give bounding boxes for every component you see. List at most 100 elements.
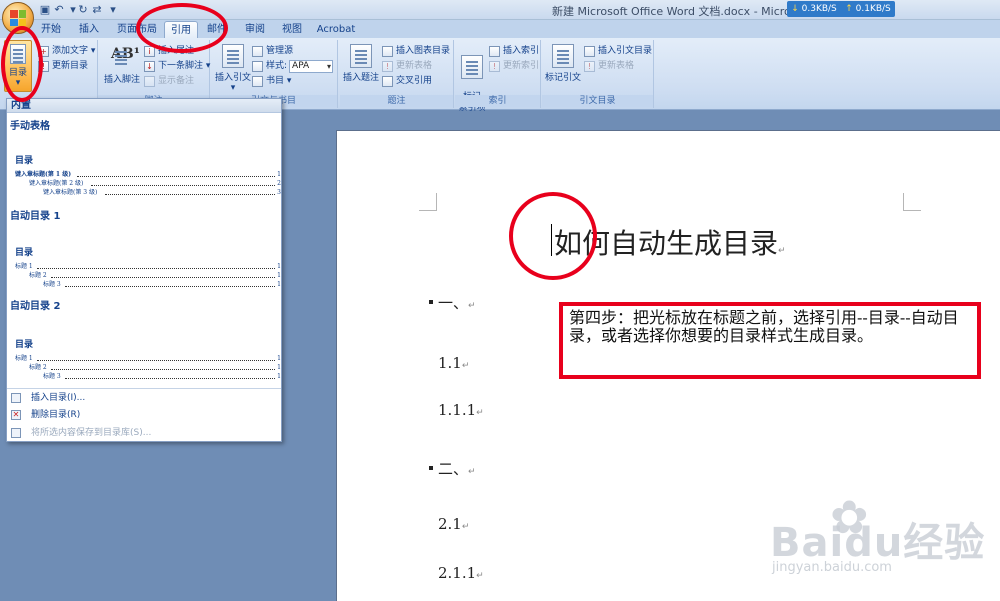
paragraph-mark-icon: ↵ [468, 301, 476, 311]
next-footnote-button[interactable]: ↓ 下一条脚注 ▾ [144, 59, 210, 73]
heading-text: 1.1.1 [438, 401, 477, 419]
tab-mailings[interactable]: 邮件 [202, 21, 232, 38]
gallery-title-auto-1: 自动目录 1 [10, 211, 61, 222]
repeat-icon[interactable]: ⇄ [90, 3, 104, 17]
insert-footnote-label: 插入脚注 [103, 75, 140, 85]
paragraph-mark-icon: ↵ [476, 408, 484, 418]
cross-reference-icon [382, 75, 393, 87]
customize-toolbar-icon[interactable]: ▾ [106, 3, 120, 17]
insert-toa-button[interactable]: 插入引文目录 [584, 44, 652, 58]
manage-sources-button[interactable]: 管理源 [252, 44, 293, 58]
office-button[interactable] [2, 2, 34, 34]
toc-dropdown-menu: 内置 手动表格 目录 键入章标题(第 1 级) 1 键入章标题(第 2 级) 2 键… [6, 98, 282, 442]
heading-text: 2.1 [438, 515, 462, 533]
heading-bullet [429, 466, 433, 470]
heading-1-1[interactable]: 1.1↵ [438, 354, 469, 372]
redo-icon[interactable]: ↻ [76, 3, 90, 17]
download-arrow-icon: ↓ [791, 4, 799, 14]
update-index-button[interactable]: ! 更新索引 [489, 59, 539, 73]
paragraph-mark-icon: ↵ [476, 571, 484, 581]
preview-line-text: 键入章标题(第 1 级) [15, 171, 72, 178]
tab-insert[interactable]: 插入 [74, 21, 104, 38]
insert-citation-button[interactable]: 插入引文 ▾ [214, 44, 252, 93]
remove-toc-menu-item[interactable]: ✕ 删除目录(R) [7, 407, 281, 423]
style-label: 样式: [266, 61, 288, 71]
heading-2-1[interactable]: 2.1↵ [438, 515, 469, 533]
toc-dropdown-arrow-icon: ▾ [15, 78, 21, 88]
tab-view[interactable]: 视图 [277, 21, 307, 38]
document-title[interactable]: 如何自动生成目录↵ [554, 222, 786, 262]
crop-mark [903, 193, 921, 211]
net-up-value: 0.1KB/S [855, 4, 891, 14]
mark-citation-button[interactable]: 标记引文 [544, 44, 582, 83]
update-toc-button[interactable]: ! 更新目录 [38, 59, 88, 73]
table-of-figures-icon [382, 45, 393, 57]
insert-toc-menu-item[interactable]: 插入目录(I)... [7, 390, 281, 406]
remove-toc-icon: ✕ [11, 410, 21, 420]
heading-text: 二、 [438, 460, 469, 478]
tab-review[interactable]: 审阅 [240, 21, 270, 38]
tab-home[interactable]: 开始 [36, 21, 66, 38]
show-notes-button[interactable]: 显示备注 [144, 74, 194, 88]
save-selection-to-gallery-menu-item[interactable]: 将所选内容保存到目录库(S)... [7, 425, 281, 441]
citation-icon [222, 44, 244, 68]
gallery-item-auto-toc-1[interactable]: 目录 标题 1 1 标题 2 1 标题 3 1 [15, 245, 283, 289]
gallery-title-manual: 手动表格 [10, 121, 50, 132]
update-toa-button[interactable]: ! 更新表格 [584, 59, 634, 73]
update-index-icon: ! [489, 60, 500, 72]
insert-endnote-label: 插入尾注 [158, 46, 195, 56]
tab-acrobat[interactable]: Acrobat [314, 21, 358, 38]
style-icon [252, 60, 263, 72]
save-selection-label: 将所选内容保存到目录库(S)... [31, 428, 152, 438]
insert-endnote-button[interactable]: i 插入尾注 [144, 44, 194, 58]
add-text-button[interactable]: + 添加文字 ▾ [38, 44, 95, 58]
undo-icon[interactable]: ↶ [52, 3, 66, 17]
gallery-item-auto-toc-2[interactable]: 目录 标题 1 1 标题 2 1 标题 3 1 [15, 337, 283, 381]
heading-1-1-1[interactable]: 1.1.1↵ [438, 401, 484, 419]
update-toc-icon: ! [38, 60, 49, 72]
heading-2-1-1[interactable]: 2.1.1↵ [438, 564, 484, 582]
preview-line-text: 标题 1 [15, 263, 33, 270]
text-cursor [551, 224, 552, 256]
add-text-icon: + [38, 45, 49, 57]
preview-line: 键入章标题(第 3 级) 3 [15, 188, 283, 197]
preview-title: 目录 [15, 340, 34, 350]
save-icon[interactable]: ▣ [38, 3, 52, 17]
preview-line-num: 2 [277, 180, 281, 187]
tab-references[interactable]: 引用 [164, 21, 198, 38]
update-figures-table-button[interactable]: ! 更新表格 [382, 59, 432, 73]
insert-caption-button[interactable]: 插入题注 [342, 44, 380, 83]
mark-citation-label: 标记引文 [544, 73, 581, 83]
insert-index-button[interactable]: 插入索引 [489, 44, 539, 58]
preview-line-text: 标题 1 [15, 355, 33, 362]
insert-footnote-button[interactable]: AB¹ 插入脚注 [102, 46, 142, 85]
caption-icon [350, 44, 372, 68]
manage-sources-label: 管理源 [266, 46, 294, 56]
office-logo-icon [10, 10, 26, 26]
tab-page-layout[interactable]: 页面布局 [112, 21, 162, 38]
preview-line-text: 标题 2 [29, 272, 47, 279]
heading-1[interactable]: 一、↵ [438, 292, 476, 313]
preview-line: 标题 3 1 [15, 280, 283, 289]
bibliography-label: 书目 [266, 76, 285, 86]
insert-toc-icon [11, 393, 21, 403]
gallery-item-manual-table[interactable]: 目录 键入章标题(第 1 级) 1 键入章标题(第 2 级) 2 键入章标题(第 3… [15, 153, 283, 197]
bibliography-button[interactable]: 书目 ▾ [252, 74, 291, 88]
crop-mark [419, 193, 437, 211]
toa-group-label: 引文目录 [542, 95, 653, 107]
heading-text: 2.1.1 [438, 564, 477, 582]
update-toa-label: 更新表格 [598, 61, 635, 71]
table-of-contents-button[interactable]: 目录 ▾ [4, 40, 32, 92]
preview-line: 标题 1 1 [15, 354, 283, 363]
preview-line-num: 1 [277, 364, 281, 371]
remove-toc-label: 删除目录(R) [31, 410, 81, 420]
heading-2[interactable]: 二、↵ [438, 458, 476, 479]
preview-line-num: 1 [277, 355, 281, 362]
citation-style-select[interactable]: APA [289, 59, 334, 73]
insert-table-of-figures-button[interactable]: 插入图表目录 [382, 44, 450, 58]
cross-reference-button[interactable]: 交叉引用 [382, 74, 432, 88]
insert-table-of-figures-label: 插入图表目录 [396, 46, 451, 56]
group-table-of-authorities: 标记引文 插入引文目录 ! 更新表格 引文目录 [542, 40, 654, 108]
endnote-icon: i [144, 45, 155, 57]
manage-sources-icon [252, 45, 263, 57]
